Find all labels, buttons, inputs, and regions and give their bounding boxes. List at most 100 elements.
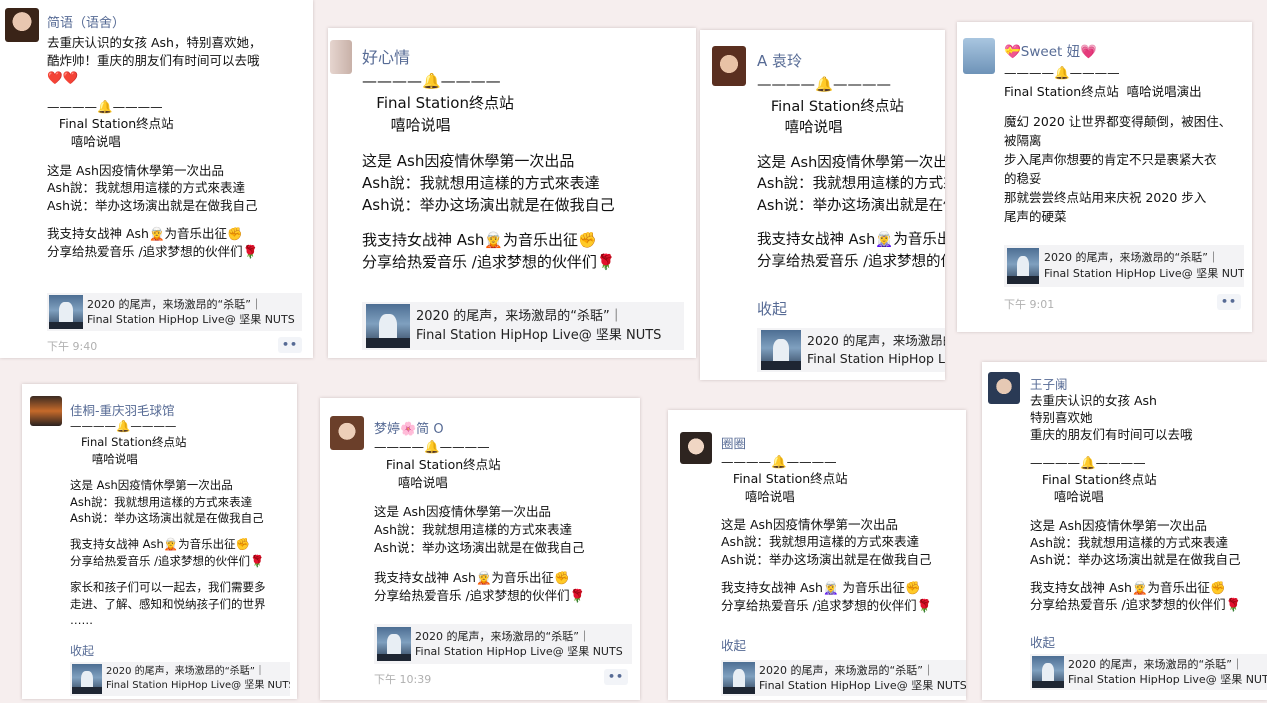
username[interactable]: 佳桐-重庆羽毛球馆 <box>70 400 175 419</box>
more-actions-button[interactable]: •• <box>1217 294 1241 310</box>
avatar[interactable] <box>330 416 364 450</box>
username[interactable]: A 袁玲 <box>757 50 802 71</box>
post-text-line: 家长和孩子们可以一起去，我们需要多 <box>70 580 266 595</box>
avatar[interactable] <box>963 38 995 74</box>
moment-post-4: 💝Sweet 妞💗 ————🔔———— Final Station终点站 嘻哈说唱… <box>957 22 1252 332</box>
post-text: 去重庆认识的女孩 Ash 特别喜欢她 重庆的朋友们有时间可以去哦 ————🔔———— … <box>1030 392 1241 613</box>
link-title: 2020 的尾声，来场激昂的“杀聒”｜ Final Station HipHop… <box>416 309 662 343</box>
post-text-line: 我支持女战神 Ash🧝为音乐出征✊ <box>362 231 597 249</box>
shared-link-card[interactable]: 2020 的尾声，来场激昂的“杀聒”｜ Final Station HipHop… <box>1004 245 1244 287</box>
avatar[interactable] <box>5 8 39 42</box>
post-text-line: Ash说：举办这场演出就是在做我自己 <box>1030 551 1241 567</box>
username[interactable]: 王子阑 <box>1030 374 1068 393</box>
post-text-line: Ash说：举办这场演出就是在做我自己 <box>721 551 932 567</box>
shared-link-card[interactable]: 2020 的尾声，来场激昂的“杀聒”｜ Final Station HipHop… <box>374 624 632 664</box>
post-text-line: Final Station终点站 <box>374 457 501 472</box>
link-title: 2020 的尾声，来场激昂的“杀聒”｜ Final Station HipHop… <box>106 666 290 691</box>
post-text-line: 嘻哈说唱 <box>70 451 138 466</box>
post-text-line: Final Station终点站 <box>47 116 174 132</box>
post-text-line: 分享给热爱音乐 /追求梦想的伙伴们🌹 <box>362 253 616 271</box>
post-text: ————🔔———— Final Station终点站 嘻哈说唱 这是 Ash因疫情… <box>70 418 266 628</box>
post-text: ————🔔———— Final Station终点站 嘻哈说唱 这是 Ash因疫情… <box>757 75 945 273</box>
post-text-line: 这是 Ash因疫情休學第一次出品 <box>721 517 898 533</box>
post-text-line: Ash说：举办这场演出就是在做我自己 <box>47 197 258 213</box>
avatar[interactable] <box>30 396 62 426</box>
post-text-line: 这是 Ash因疫情休學第一次出品 <box>47 162 224 178</box>
moment-post-5: 佳桐-重庆羽毛球馆 ————🔔———— Final Station终点站 嘻哈说… <box>22 384 297 699</box>
link-title: 2020 的尾声，来场激昂的“杀聒”｜ Final Station HipHop… <box>87 298 295 326</box>
username[interactable]: 好心情 <box>362 44 410 68</box>
moment-post-1: 简语（语舍） 去重庆认识的女孩 Ash，特别喜欢她， 酷炸帅！重庆的朋友们有时间可… <box>0 0 313 358</box>
post-text-line: 嘻哈说唱 <box>374 475 448 490</box>
avatar[interactable] <box>988 372 1020 404</box>
avatar[interactable] <box>330 40 352 74</box>
post-time: 下午 9:01 <box>1004 298 1055 311</box>
moment-post-2: 好心情 ————🔔———— Final Station终点站 嘻哈说唱 这是 As… <box>328 28 696 358</box>
post-text-line: Ash说：举办这场演出就是在做我自己 <box>374 540 585 556</box>
post-text-line: ————🔔———— <box>47 98 163 114</box>
more-actions-button[interactable]: •• <box>604 669 628 685</box>
collapse-link[interactable]: 收起 <box>70 642 94 659</box>
moment-post-3: A 袁玲 ————🔔———— Final Station终点站 嘻哈说唱 这是 A… <box>700 30 945 380</box>
post-text-line: ❤️❤️ <box>47 70 79 85</box>
post-text-line: Final Station终点站 <box>70 435 187 450</box>
post-text: ————🔔———— Final Station终点站 嘻哈说唱 这是 Ash因疫情… <box>362 70 616 273</box>
more-actions-button[interactable]: •• <box>278 337 302 353</box>
collapse-link[interactable]: 收起 <box>721 635 746 654</box>
post-text-line: 走进、了解、感知和悦纳孩子们的世界 <box>70 596 266 611</box>
username[interactable]: 简语（语舍） <box>47 12 125 31</box>
shared-link-card[interactable]: 2020 的尾声，来场激昂的“杀聒”｜ Final Station HipHop… <box>1030 654 1267 690</box>
post-text-line: 尾声的硬菜 <box>1004 209 1067 225</box>
avatar[interactable] <box>712 46 746 86</box>
shared-link-card[interactable]: 2020 的尾声，来场激昂的“杀聒”｜ Final Station HipHop… <box>70 662 290 696</box>
post-text: ————🔔———— Final Station终点站 嘻哈说唱 这是 Ash因疫情… <box>374 438 585 605</box>
collapse-link[interactable]: 收起 <box>757 298 787 319</box>
avatar[interactable] <box>680 432 712 464</box>
post-text-line: 去重庆认识的女孩 Ash <box>1030 393 1157 408</box>
link-title: 2020 的尾声，来场激昂的“杀聒”｜ Final Station HipHop… <box>1068 658 1267 686</box>
username[interactable]: 💝Sweet 妞💗 <box>1004 40 1097 60</box>
post-text-line: Ash说：举办这场演出就是在做我自己 <box>757 197 945 214</box>
post-text-line: 我支持女战神 Ash🧝为音乐出征✊ <box>1030 579 1226 595</box>
post-text-line: ————🔔———— <box>362 72 501 90</box>
post-text-line: 分享给热爱音乐 /追求梦想的伙伴们🌹 <box>374 587 586 603</box>
link-thumbnail <box>1007 248 1039 284</box>
username[interactable]: 梦婷🌸简 O <box>374 418 444 437</box>
moment-post-8: 王子阑 去重庆认识的女孩 Ash 特别喜欢她 重庆的朋友们有时间可以去哦 ————🔔—… <box>982 362 1267 700</box>
shared-link-card[interactable]: 2020 的尾声，来场激昂的“杀聒”｜ Final Station HipHop… <box>721 660 966 696</box>
moment-post-6: 梦婷🌸简 O ————🔔———— Final Station终点站 嘻哈说唱 这是… <box>320 398 640 700</box>
shared-link-card[interactable]: 2020 的尾声，来场激昂的“杀聒”｜ Final Station HipHop… <box>47 293 302 331</box>
post-text-line: 步入尾声你想要的肯定不只是裹紧大衣 <box>1004 152 1217 168</box>
post-text-line: 嘻哈说唱 <box>721 488 795 504</box>
post-text: 去重庆认识的女孩 Ash，特别喜欢她， 酷炸帅！重庆的朋友们有时间可以去哦 ❤️❤️… <box>47 34 261 260</box>
post-text-line: 酷炸帅！重庆的朋友们有时间可以去哦 <box>47 52 260 68</box>
post-text-line: Ash說：我就想用這樣的方式來表達 <box>1030 534 1228 550</box>
post-text-line: ————🔔———— <box>1004 65 1120 80</box>
post-text-line: Final Station终点站 <box>757 98 904 115</box>
post-text-line: 这是 Ash因疫情休學第一次出品 <box>1030 517 1207 533</box>
post-text-line: 特别喜欢她 <box>1030 410 1093 425</box>
post-text-line: 去重庆认识的女孩 Ash，特别喜欢她， <box>47 35 262 50</box>
link-thumbnail <box>761 330 801 370</box>
link-thumbnail <box>723 662 755 694</box>
post-text-line: 我支持女战神 Ash🧝为音乐出征✊ <box>70 537 250 552</box>
username[interactable]: 圈圈 <box>721 433 746 452</box>
post-text-line: Ash說：我就想用這樣的方式來表達 <box>757 176 945 193</box>
post-text-line: 分享给热爱音乐 /追求梦想的伙伴们🌹 <box>721 597 933 613</box>
shared-link-card[interactable]: 2020 的尾声，来场激昂的“杀聒”｜ Final Station HipHop… <box>362 302 684 350</box>
shared-link-card[interactable]: 2020 的尾声，来场激昂的“杀聒”｜ Final Station HipHop… <box>757 328 945 372</box>
collapse-link[interactable]: 收起 <box>1030 632 1055 651</box>
post-text-line: 分享给热爱音乐 /追求梦想的伙伴们🌹 <box>757 253 945 270</box>
post-text-line: 这是 Ash因疫情休學第一次出品 <box>70 478 233 493</box>
